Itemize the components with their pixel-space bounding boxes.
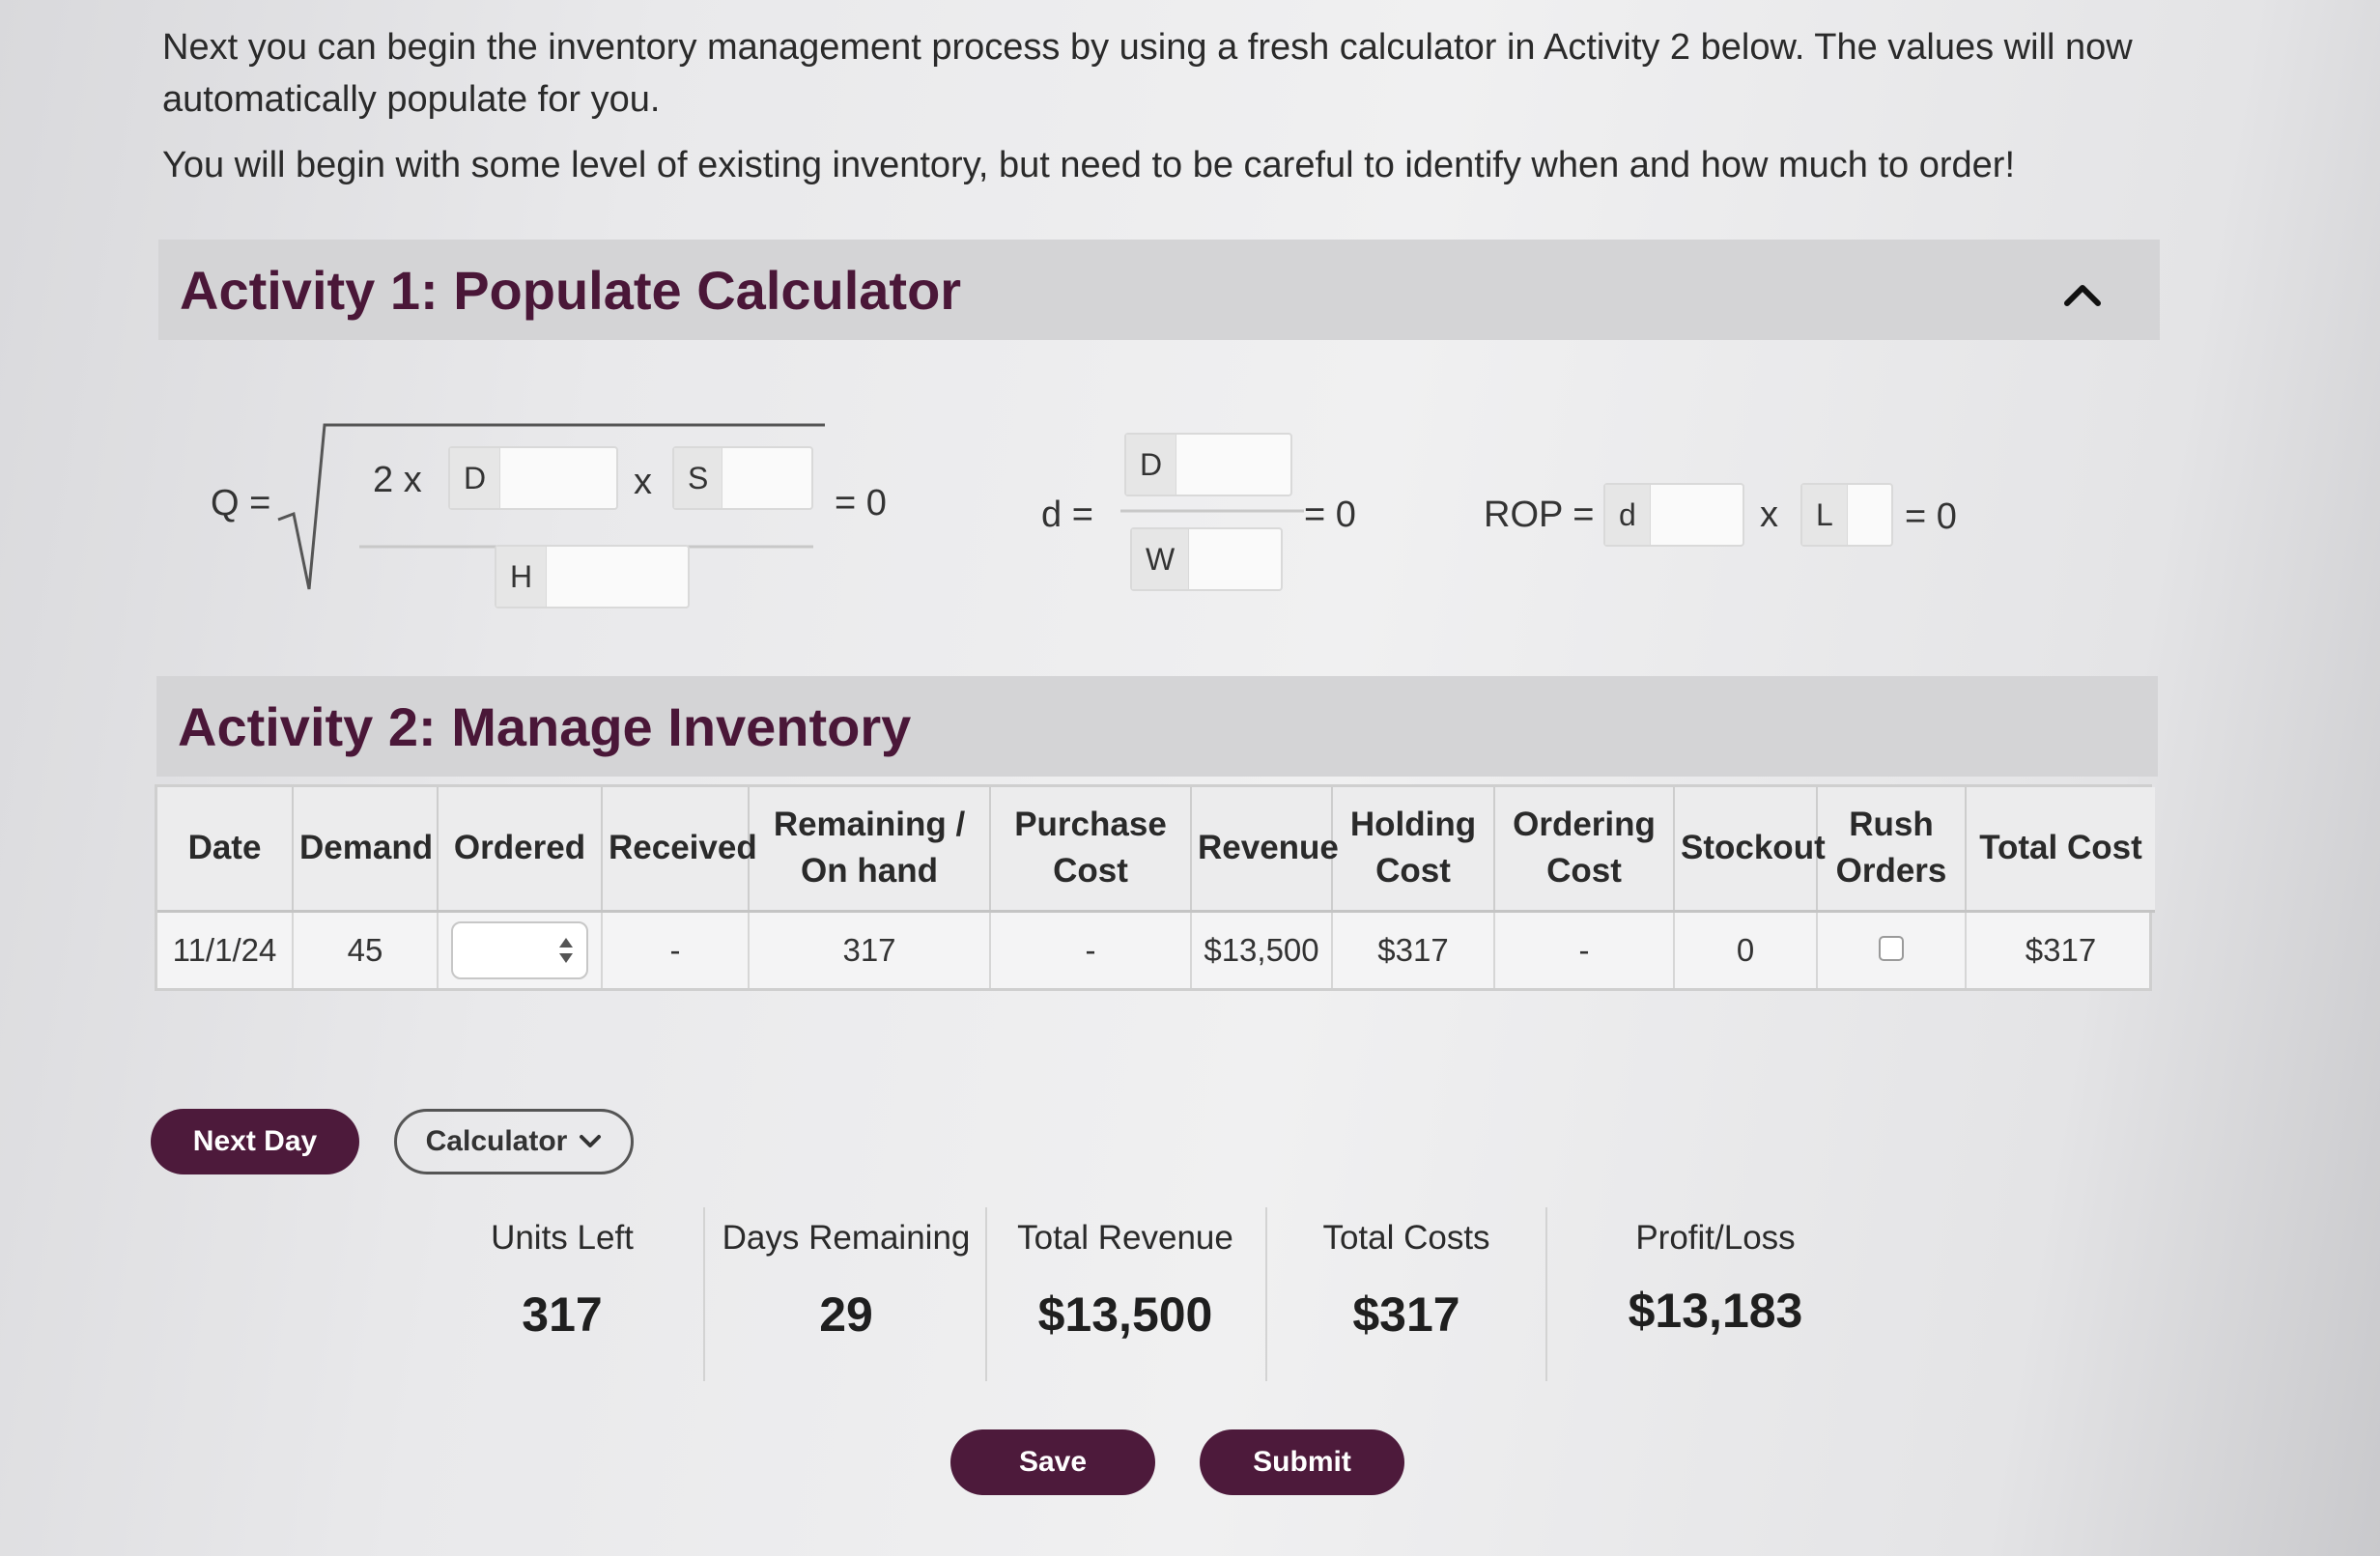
stat-total-revenue: Total Revenue $13,500: [1017, 1219, 1233, 1342]
col-demand: Demand: [293, 787, 439, 913]
col-purchase-cost: Purchase Cost: [990, 787, 1192, 913]
submit-button[interactable]: Submit: [1200, 1429, 1404, 1495]
col-ordered: Ordered: [438, 787, 603, 913]
ordered-quantity-stepper[interactable]: [451, 920, 588, 979]
stat-divider: [703, 1207, 705, 1381]
inventory-table: Date Demand Ordered Received Remaining /…: [155, 784, 2155, 991]
d-fraction-line: [1120, 509, 1304, 513]
activity1-title: Activity 1: Populate Calculator: [180, 259, 962, 321]
col-total-cost: Total Cost: [1966, 787, 2155, 913]
up-down-arrows-icon[interactable]: [557, 936, 575, 965]
calculator-label: Calculator: [425, 1125, 568, 1157]
activity2-header: Activity 2: Manage Inventory: [156, 676, 2158, 777]
cell-received: -: [602, 911, 750, 988]
col-ordering-cost: Ordering Cost: [1494, 787, 1675, 913]
q-result: = 0: [835, 483, 887, 523]
chevron-down-icon: [580, 1135, 602, 1147]
stat-profit-loss: Profit/Loss $13,183: [1628, 1219, 1803, 1338]
q-two-times: 2 x: [373, 460, 422, 500]
calculator-formulas: Q = 2 x D x S H = 0 d = D W = 0 ROP = d: [0, 386, 2380, 657]
col-remaining: Remaining / On hand: [749, 787, 991, 913]
col-rush-orders: Rush Orders: [1817, 787, 1967, 913]
intro-paragraph-2: You will begin with some level of existi…: [162, 145, 2015, 185]
q-d-tag: D: [450, 448, 501, 508]
stat-divider: [1545, 1207, 1547, 1381]
next-day-button[interactable]: Next Day: [151, 1109, 359, 1174]
cell-revenue: $13,500: [1191, 911, 1333, 988]
d-demand-tag: D: [1126, 435, 1177, 495]
cell-purchase-cost: -: [990, 911, 1192, 988]
cell-demand: 45: [293, 911, 439, 988]
cell-date: 11/1/24: [157, 911, 294, 988]
d-demand-input[interactable]: D: [1124, 433, 1292, 496]
rop-times: x: [1760, 495, 1778, 535]
q-times: x: [634, 462, 652, 502]
rop-l-tag: L: [1802, 485, 1848, 545]
stat-days-remaining: Days Remaining 29: [722, 1219, 971, 1342]
q-label: Q =: [211, 483, 271, 523]
cell-rush-orders: [1817, 911, 1967, 988]
col-revenue: Revenue: [1191, 787, 1339, 913]
q-s-input[interactable]: S: [672, 446, 813, 510]
activity1-header[interactable]: Activity 1: Populate Calculator: [158, 240, 2160, 340]
rop-l-input[interactable]: L: [1800, 483, 1893, 547]
cell-holding-cost: $317: [1332, 911, 1495, 988]
table-header-row: Date Demand Ordered Received Remaining /…: [157, 787, 2155, 913]
calculator-dropdown-button[interactable]: Calculator: [394, 1109, 634, 1174]
summary-stats: Units Left 317 Days Remaining 29 Total R…: [0, 1198, 2380, 1391]
d-weeks-input[interactable]: W: [1130, 527, 1283, 591]
chevron-up-icon[interactable]: [2059, 269, 2106, 315]
rush-order-checkbox[interactable]: [1879, 935, 1904, 961]
save-button[interactable]: Save: [950, 1429, 1155, 1495]
cell-total-cost: $317: [2025, 931, 2097, 968]
cell-stockout: 0: [1674, 911, 1818, 988]
cell-ordered: [438, 911, 603, 988]
cell-remaining: 317: [749, 911, 991, 988]
rop-label: ROP =: [1484, 495, 1595, 535]
stat-divider: [985, 1207, 987, 1381]
col-holding-cost: Holding Cost: [1332, 787, 1495, 913]
intro-paragraph-1: Next you can begin the inventory managem…: [162, 27, 2133, 120]
page: Next you can begin the inventory managem…: [0, 0, 2380, 1556]
intro-text: Next you can begin the inventory managem…: [162, 21, 2162, 191]
cell-ordering-cost: -: [1494, 911, 1675, 988]
col-stockout: Stockout: [1674, 787, 1826, 913]
d-weeks-tag: W: [1132, 529, 1190, 589]
q-s-tag: S: [674, 448, 723, 508]
col-date: Date: [157, 787, 294, 913]
rop-result: = 0: [1905, 496, 1957, 537]
stat-units-left: Units Left 317: [491, 1219, 634, 1342]
stat-divider: [1265, 1207, 1267, 1381]
activity2-title: Activity 2: Manage Inventory: [178, 695, 912, 757]
q-d-input[interactable]: D: [448, 446, 618, 510]
d-label: d =: [1041, 495, 1093, 535]
col-received: Received: [602, 787, 757, 913]
rop-d-input[interactable]: d: [1603, 483, 1744, 547]
table-row: 11/1/24 45 - 317 - $13,500 $317 - 0 $317: [157, 911, 2155, 988]
d-result: = 0: [1304, 495, 1356, 535]
stat-total-costs: Total Costs $317: [1322, 1219, 1490, 1342]
rop-d-tag: d: [1605, 485, 1651, 545]
q-h-tag: H: [496, 547, 548, 607]
q-h-input[interactable]: H: [495, 545, 690, 608]
